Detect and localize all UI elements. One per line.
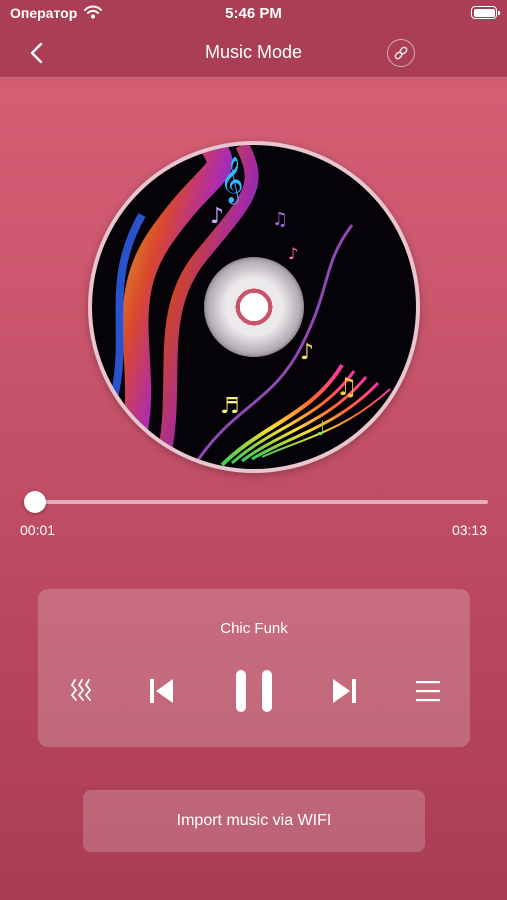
svg-text:♫: ♫ — [272, 209, 288, 230]
current-time: 00:01 — [20, 522, 56, 538]
page-title: Music Mode — [204, 42, 303, 62]
progress-slider[interactable] — [24, 491, 488, 513]
previous-icon — [150, 679, 173, 703]
svg-text:♪: ♪ — [288, 244, 298, 263]
svg-text:𝄞: 𝄞 — [220, 157, 244, 205]
pause-button[interactable] — [228, 665, 280, 717]
svg-text:♩: ♩ — [316, 416, 325, 440]
playlist-button[interactable] — [408, 665, 448, 717]
nav-bar: Music Mode — [0, 28, 507, 78]
svg-text:♬: ♬ — [220, 394, 240, 419]
link-icon — [394, 46, 408, 60]
song-title: Chic Funk — [220, 620, 288, 637]
player-panel: Chic Funk — [38, 589, 470, 747]
link-button[interactable] — [387, 39, 415, 67]
album-disc: 𝄞 ♪ ♫ ♪ ♫ ♩ ♬ ♪ — [88, 141, 420, 473]
import-music-button[interactable]: Import music via WIFI — [83, 790, 425, 852]
next-icon — [333, 679, 356, 703]
playlist-icon — [416, 681, 440, 702]
svg-text:♪: ♪ — [210, 204, 224, 229]
next-button[interactable] — [325, 665, 365, 717]
total-time: 03:13 — [451, 522, 487, 538]
clock: 5:46 PM — [225, 5, 282, 22]
progress-thumb[interactable] — [24, 491, 47, 513]
svg-text:♫: ♫ — [336, 373, 358, 401]
svg-text:♪: ♪ — [300, 340, 314, 365]
status-bar: Оператор 5:46 PM — [0, 0, 507, 28]
battery-icon — [471, 6, 500, 19]
music-disc-art: 𝄞 ♪ ♫ ♪ ♫ ♩ ♬ ♪ — [92, 145, 416, 469]
play-mode-icon — [70, 679, 92, 701]
previous-button[interactable] — [141, 665, 181, 717]
play-mode-button[interactable] — [62, 665, 102, 717]
pause-icon — [236, 670, 272, 712]
disc-hub — [204, 257, 304, 357]
